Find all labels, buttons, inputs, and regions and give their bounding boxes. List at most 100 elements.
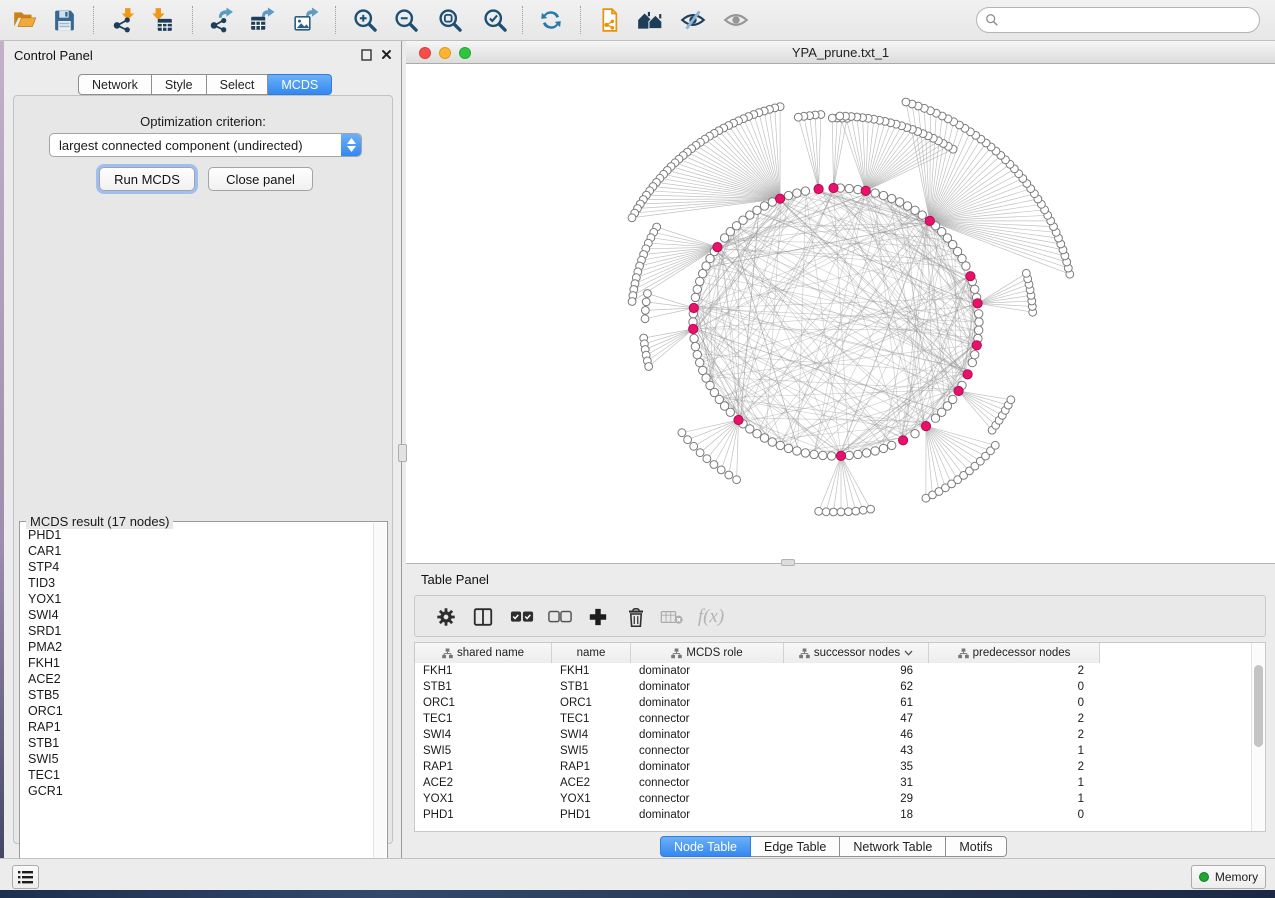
mcds-result-item[interactable]: STB1: [28, 735, 373, 751]
graph-leaf-node[interactable]: [794, 113, 802, 121]
mcds-result-item[interactable]: GCR1: [28, 783, 373, 799]
table-row[interactable]: ACE2ACE2connector311: [415, 775, 1251, 791]
graph-node[interactable]: [696, 277, 704, 285]
zoom-in-button[interactable]: [347, 3, 383, 37]
column-header-name[interactable]: name: [552, 643, 631, 663]
graph-node[interactable]: [691, 293, 699, 301]
graph-hub-node[interactable]: [861, 186, 870, 195]
mcds-result-list[interactable]: PHD1CAR1STP4TID3YOX1SWI4SRD1PMA2FKH1ACE2…: [21, 523, 373, 882]
criterion-dropdown[interactable]: largest connected component (undirected): [49, 133, 362, 157]
graph-leaf-node[interactable]: [690, 442, 698, 450]
search-input[interactable]: [1004, 10, 1259, 30]
column-header-shared-name[interactable]: shared name: [415, 643, 552, 663]
horizontal-splitter-handle[interactable]: [781, 559, 795, 566]
mcds-result-item[interactable]: YOX1: [28, 591, 373, 607]
mcds-result-item[interactable]: CAR1: [28, 543, 373, 559]
graph-node[interactable]: [760, 202, 768, 210]
memory-button[interactable]: Memory: [1191, 865, 1266, 889]
mcds-result-item[interactable]: SWI5: [28, 751, 373, 767]
network-graph[interactable]: [406, 64, 1275, 563]
graph-leaf-node[interactable]: [837, 508, 845, 516]
graph-leaf-node[interactable]: [703, 455, 711, 463]
delete-columns-button[interactable]: [620, 601, 652, 633]
graph-leaf-node[interactable]: [852, 507, 860, 515]
graph-leaf-node[interactable]: [678, 429, 686, 437]
table-row[interactable]: FKH1FKH1dominator962: [415, 663, 1251, 679]
graph-hub-node[interactable]: [734, 415, 743, 424]
close-panel-icon[interactable]: [380, 48, 393, 61]
column-header-mcds-role[interactable]: MCDS role: [631, 643, 784, 663]
graph-node[interactable]: [793, 189, 801, 197]
table-tab-node-table[interactable]: Node Table: [660, 836, 751, 857]
mcds-result-item[interactable]: STP4: [28, 559, 373, 575]
refresh-button[interactable]: [533, 3, 569, 37]
table-row[interactable]: SWI5SWI5connector431: [415, 743, 1251, 759]
column-chooser-button[interactable]: [467, 601, 499, 633]
graph-node[interactable]: [784, 444, 792, 452]
function-builder-button[interactable]: f(x): [695, 601, 727, 633]
graph-node[interactable]: [888, 441, 896, 449]
import-network-button[interactable]: [106, 3, 142, 37]
graph-leaf-node[interactable]: [642, 298, 650, 306]
float-panel-icon[interactable]: [360, 48, 373, 61]
graph-leaf-node[interactable]: [733, 476, 741, 484]
graph-node[interactable]: [760, 434, 768, 442]
graph-leaf-node[interactable]: [859, 506, 867, 514]
graph-node[interactable]: [699, 269, 707, 277]
export-table-button[interactable]: [244, 3, 280, 37]
graph-leaf-node[interactable]: [836, 112, 844, 120]
graph-leaf-node[interactable]: [717, 466, 725, 474]
select-all-rows-button[interactable]: [506, 601, 538, 633]
mcds-result-item[interactable]: TID3: [28, 575, 373, 591]
graph-hub-node[interactable]: [689, 303, 698, 312]
run-mcds-button[interactable]: Run MCDS: [99, 167, 195, 191]
graph-node[interactable]: [801, 187, 809, 195]
create-new-column-button[interactable]: [582, 601, 614, 633]
graph-leaf-node[interactable]: [828, 114, 836, 122]
graph-node[interactable]: [753, 430, 761, 438]
hide-selected-button[interactable]: [675, 3, 711, 37]
delete-table-button[interactable]: [656, 601, 688, 633]
graph-node[interactable]: [903, 202, 911, 210]
graph-leaf-node[interactable]: [845, 508, 853, 516]
show-all-button[interactable]: [718, 3, 754, 37]
save-session-button[interactable]: [46, 3, 82, 37]
graph-node[interactable]: [862, 449, 870, 457]
graph-leaf-node[interactable]: [867, 505, 875, 513]
graph-node[interactable]: [693, 285, 701, 293]
graph-hub-node[interactable]: [925, 216, 934, 225]
graph-hub-node[interactable]: [954, 386, 963, 395]
graph-leaf-node[interactable]: [991, 441, 999, 449]
vertical-splitter-handle[interactable]: [398, 444, 407, 462]
close-panel-button[interactable]: Close panel: [208, 167, 313, 191]
table-tab-edge-table[interactable]: Edge Table: [751, 836, 840, 857]
graph-node[interactable]: [819, 451, 827, 459]
import-table-button[interactable]: [143, 3, 179, 37]
graph-hub-node[interactable]: [921, 422, 930, 431]
table-row[interactable]: STB1STB1dominator620: [415, 679, 1251, 695]
graph-node[interactable]: [801, 449, 809, 457]
graph-hub-node[interactable]: [963, 370, 972, 379]
graph-node[interactable]: [845, 184, 853, 192]
tab-style[interactable]: Style: [152, 74, 207, 95]
first-neighbors-button[interactable]: [632, 3, 668, 37]
new-network-from-selection-button[interactable]: [594, 3, 630, 37]
mcds-result-scrollbar[interactable]: [373, 523, 386, 882]
graph-leaf-node[interactable]: [1007, 396, 1015, 404]
mcds-result-item[interactable]: ORC1: [28, 703, 373, 719]
zoom-selected-button[interactable]: [477, 3, 513, 37]
graph-hub-node[interactable]: [899, 436, 908, 445]
mcds-result-item[interactable]: PMA2: [28, 639, 373, 655]
mcds-result-item[interactable]: STB5: [28, 687, 373, 703]
graph-leaf-node[interactable]: [1022, 269, 1030, 277]
mcds-result-item[interactable]: RAP1: [28, 719, 373, 735]
graph-node[interactable]: [879, 444, 887, 452]
graph-leaf-node[interactable]: [641, 315, 649, 323]
graph-node[interactable]: [810, 450, 818, 458]
zoom-fit-button[interactable]: [432, 3, 468, 37]
mcds-result-item[interactable]: FKH1: [28, 655, 373, 671]
graph-node[interactable]: [888, 194, 896, 202]
graph-leaf-node[interactable]: [644, 290, 652, 298]
graph-node[interactable]: [971, 285, 979, 293]
graph-leaf-node[interactable]: [902, 98, 910, 106]
